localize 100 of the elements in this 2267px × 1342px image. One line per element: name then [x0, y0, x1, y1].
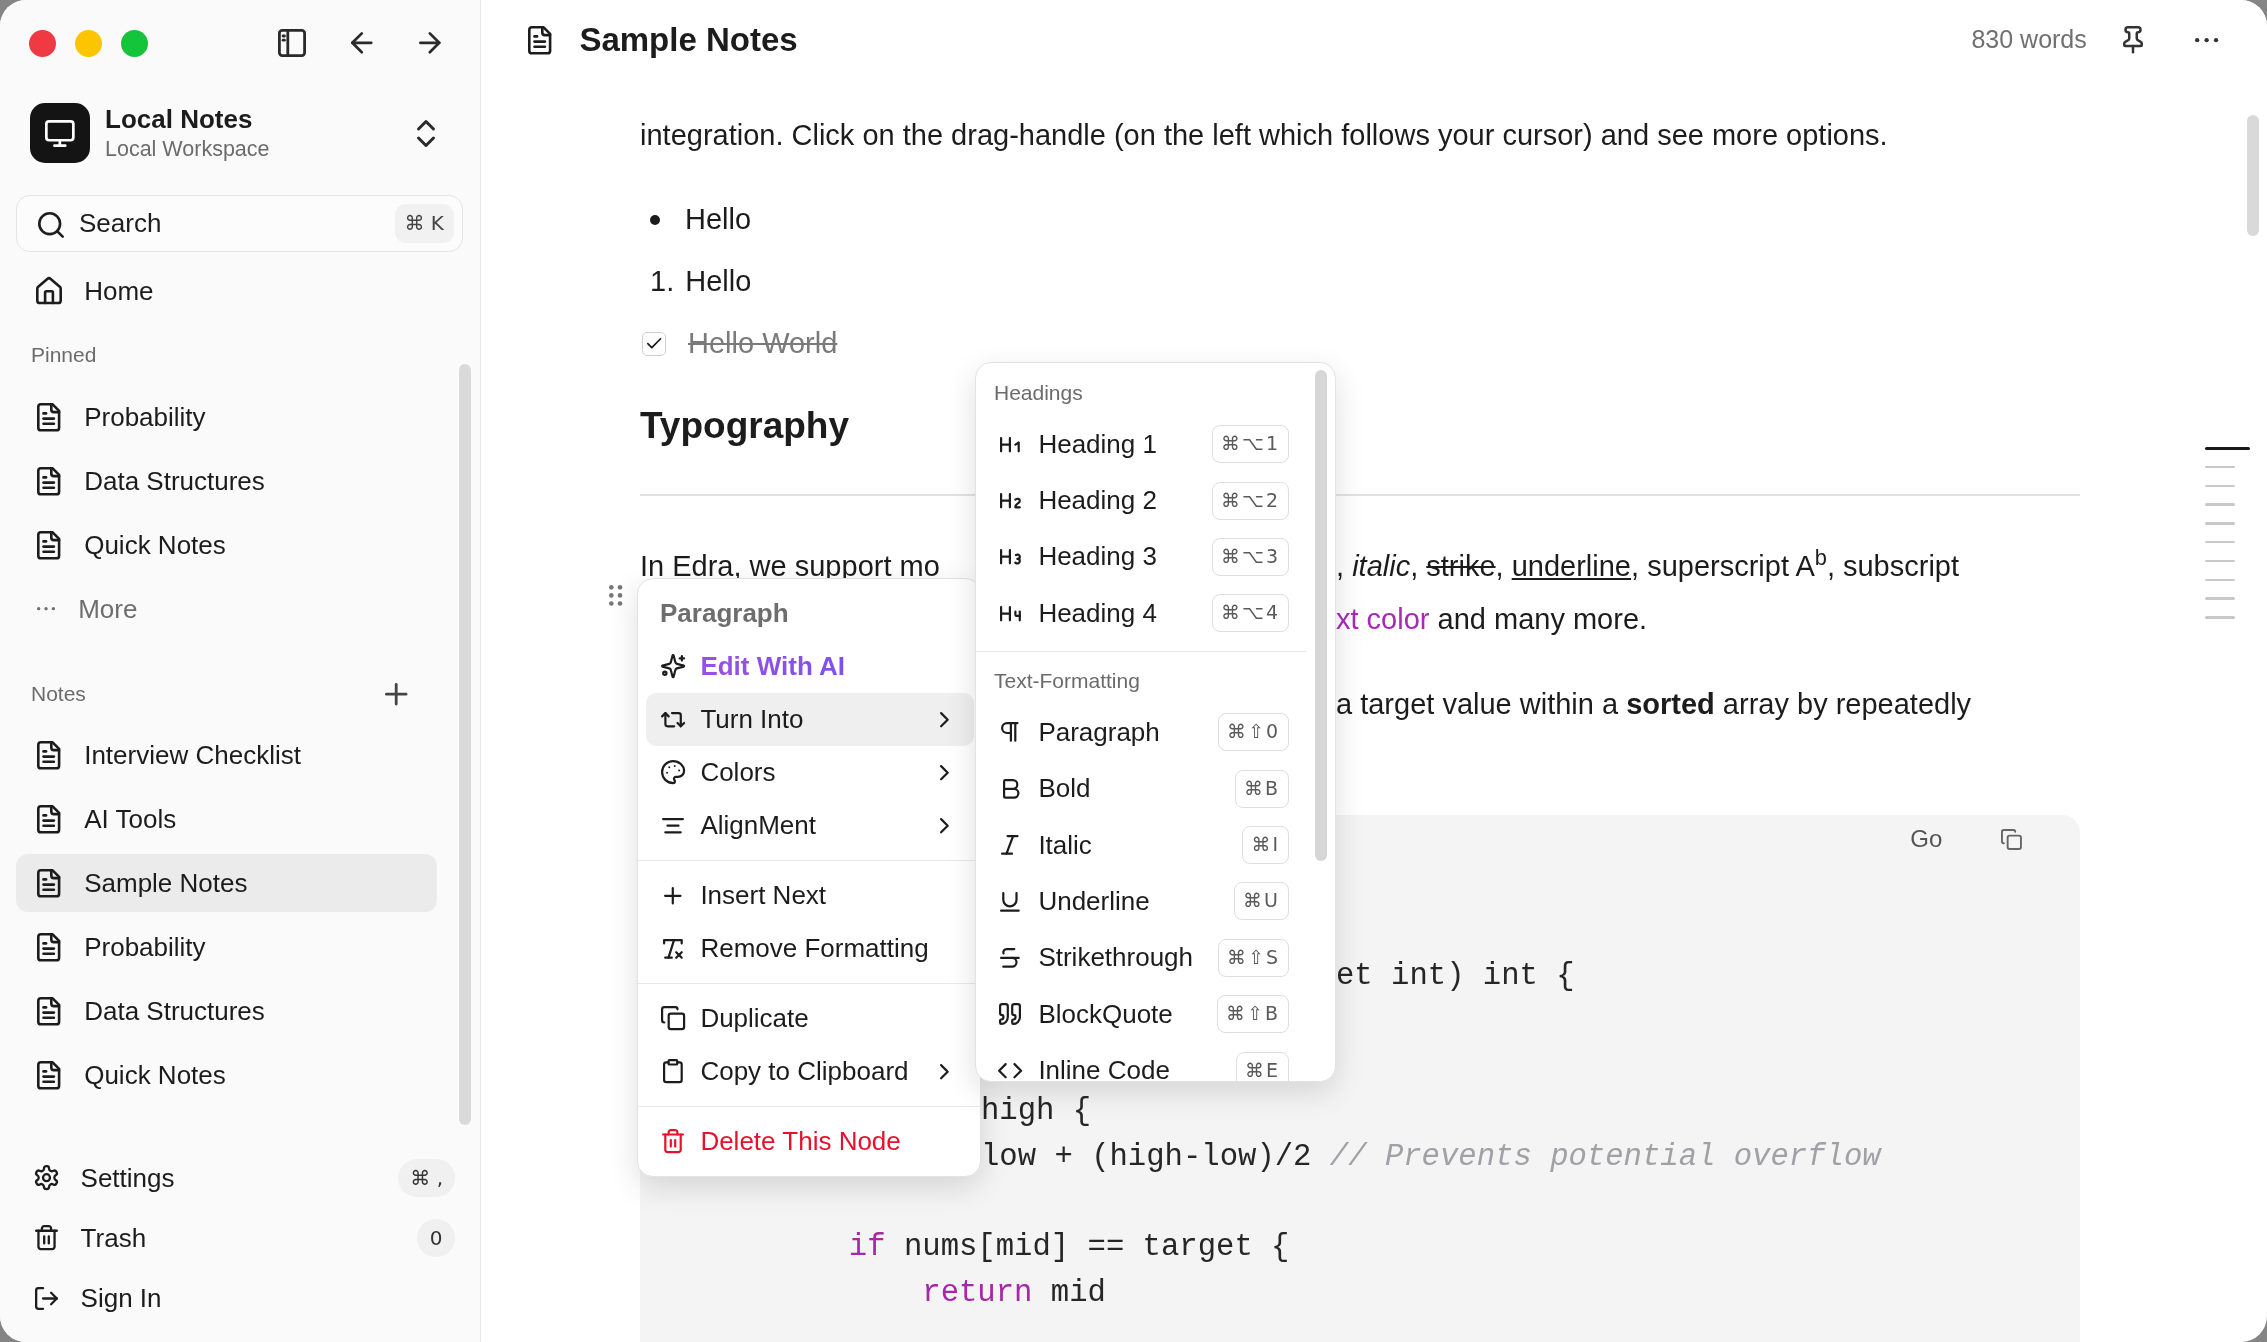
menu-item[interactable]: Turn Into [646, 693, 974, 746]
sidebar-item[interactable]: Sign In [16, 1271, 463, 1325]
document-icon [36, 402, 61, 432]
menu-item[interactable]: Heading 3 ⌘⌥3 [984, 528, 1302, 586]
plus-icon[interactable] [384, 682, 407, 706]
menu-item[interactable]: BlockQuote ⌘⇧B [984, 986, 1302, 1043]
code-line: low + (high-low)/2 // Prevents potential overflow [981, 1138, 1881, 1176]
code-line: et int) int { [1336, 957, 1575, 995]
menu-item[interactable]: Delete This Node [646, 1115, 974, 1168]
shortcut-key: ⌘ , [398, 1159, 455, 1197]
chevron-up-down-icon[interactable] [417, 119, 435, 147]
scrollbar-thumb[interactable] [2247, 115, 2259, 236]
monitor-icon [30, 103, 90, 163]
document-icon [36, 932, 61, 962]
heading-text: Typography [640, 404, 849, 448]
menu-item[interactable]: Heading 2 ⌘⌥2 [984, 472, 1302, 529]
sidebar-item[interactable]: Probability [16, 388, 437, 446]
menu-item[interactable]: Inline Code ⌘E [984, 1042, 1302, 1081]
menu-item[interactable]: Paragraph ⌘⇧0 [984, 704, 1302, 761]
h4-icon [1000, 605, 1022, 622]
workspace-name: Local Notes [105, 103, 253, 135]
pin-icon[interactable] [2122, 26, 2143, 54]
outline-marker[interactable] [2205, 559, 2235, 563]
menu-item[interactable]: Bold ⌘B [984, 760, 1302, 817]
word-count: 830 words [1971, 24, 2087, 56]
list-item-text: Hello [685, 264, 752, 299]
repeat-arrows-icon [661, 711, 686, 728]
minimize-icon[interactable] [75, 29, 102, 57]
shortcut-key: ⌘⇧0 [1218, 713, 1289, 752]
menu-item[interactable]: Insert Next [646, 869, 974, 922]
pilcrow-icon [1001, 722, 1019, 743]
search-icon [38, 212, 64, 238]
outline-marker[interactable] [2205, 522, 2235, 525]
menu-item[interactable]: Remove Formatting [646, 922, 974, 975]
outline-marker[interactable] [2205, 447, 2250, 450]
document-icon [36, 740, 61, 770]
shortcut-key: ⌘⇧B [1217, 995, 1289, 1034]
paragraph-text: xt color and many more. [1336, 602, 1648, 637]
menu-item[interactable]: Italic ⌘I [984, 816, 1302, 874]
list-number: 1. [650, 264, 675, 299]
shortcut-key: ⌘⇧S [1218, 938, 1289, 977]
shortcut-key: ⌘⌥1 [1212, 425, 1289, 464]
sidebar-item[interactable]: More [16, 580, 437, 638]
code-line: high { [981, 1093, 1092, 1131]
settings-icon [35, 1165, 59, 1191]
sidebar-item[interactable]: Data Structures [16, 982, 437, 1040]
code-brackets-icon [998, 1062, 1023, 1079]
grip-icon[interactable] [609, 585, 623, 606]
sidebar-item[interactable]: AI Tools [16, 790, 437, 848]
close-icon[interactable] [29, 29, 56, 57]
document-icon [36, 996, 61, 1026]
outline-marker[interactable] [2205, 578, 2235, 582]
outline-marker[interactable] [2205, 503, 2235, 506]
outline-marker[interactable] [2205, 465, 2235, 469]
list-item-text: Hello [685, 202, 752, 237]
menu-item[interactable]: Heading 1 ⌘⌥1 [984, 416, 1302, 473]
outline-marker[interactable] [2205, 541, 2235, 544]
paragraph-text: , italic, strike, underline, superscript A$^{b}$, subscript [1336, 544, 1960, 584]
menu-item[interactable]: Colors [646, 746, 974, 799]
checkbox[interactable] [642, 331, 666, 356]
home-icon [35, 276, 62, 304]
sidebar-item[interactable]: Sample Notes [16, 854, 437, 912]
bold-icon [1002, 778, 1019, 799]
menu-item[interactable]: Underline ⌘U [984, 873, 1302, 930]
maximize-icon[interactable] [121, 29, 148, 57]
outline-marker[interactable] [2205, 597, 2235, 600]
menu-section-label: Text-Formatting [994, 668, 1140, 695]
sidebar-item[interactable]: Home [16, 262, 437, 320]
shortcut-key: ⌘E [1236, 1051, 1289, 1081]
menu-item[interactable]: Strikethrough ⌘⇧S [984, 929, 1302, 986]
checkmark-icon [646, 337, 662, 349]
menu-section-label: Headings [994, 380, 1083, 406]
scrollbar-thumb[interactable] [1315, 370, 1327, 861]
menu-item[interactable]: AlignMent [646, 799, 974, 852]
panel-left-icon[interactable] [278, 29, 307, 57]
copy-icon[interactable] [2001, 828, 2023, 850]
outline-marker[interactable] [2205, 484, 2235, 488]
document-icon [36, 530, 61, 560]
align-center-icon [662, 817, 685, 834]
paragraph-text: a target value within a sorted array by repeatedly [1336, 687, 1972, 722]
italic-icon [1001, 835, 1019, 855]
sidebar-item[interactable]: Quick Notes [16, 516, 437, 574]
scrollbar-thumb[interactable] [459, 364, 471, 1125]
outline-marker[interactable] [2205, 616, 2235, 619]
code-line: if nums[mid] == target { [848, 1229, 1290, 1267]
paragraph-text: integration. Click on the drag-handle (on the left which follows your cursor) and see more options. [640, 118, 1888, 153]
sidebar-item[interactable]: Probability [16, 918, 437, 976]
strikethrough-icon [1000, 947, 1021, 968]
sidebar-item[interactable]: Trash 0 [16, 1211, 463, 1265]
menu-item[interactable]: Copy to Clipboard [646, 1045, 974, 1098]
menu-item[interactable]: Heading 4 ⌘⌥4 [984, 585, 1302, 642]
sidebar-item[interactable]: Quick Notes [16, 1046, 437, 1104]
h2-icon [1000, 492, 1022, 509]
sidebar-item[interactable]: Interview Checklist [16, 726, 437, 784]
ellipsis-icon[interactable] [2194, 37, 2218, 43]
menu-item[interactable]: Duplicate [646, 992, 974, 1045]
shortcut-key: ⌘⌥2 [1212, 481, 1289, 520]
h1-icon [1000, 436, 1021, 452]
sidebar-item[interactable]: Settings ⌘ , [16, 1151, 463, 1205]
sidebar-item[interactable]: Data Structures [16, 452, 437, 510]
